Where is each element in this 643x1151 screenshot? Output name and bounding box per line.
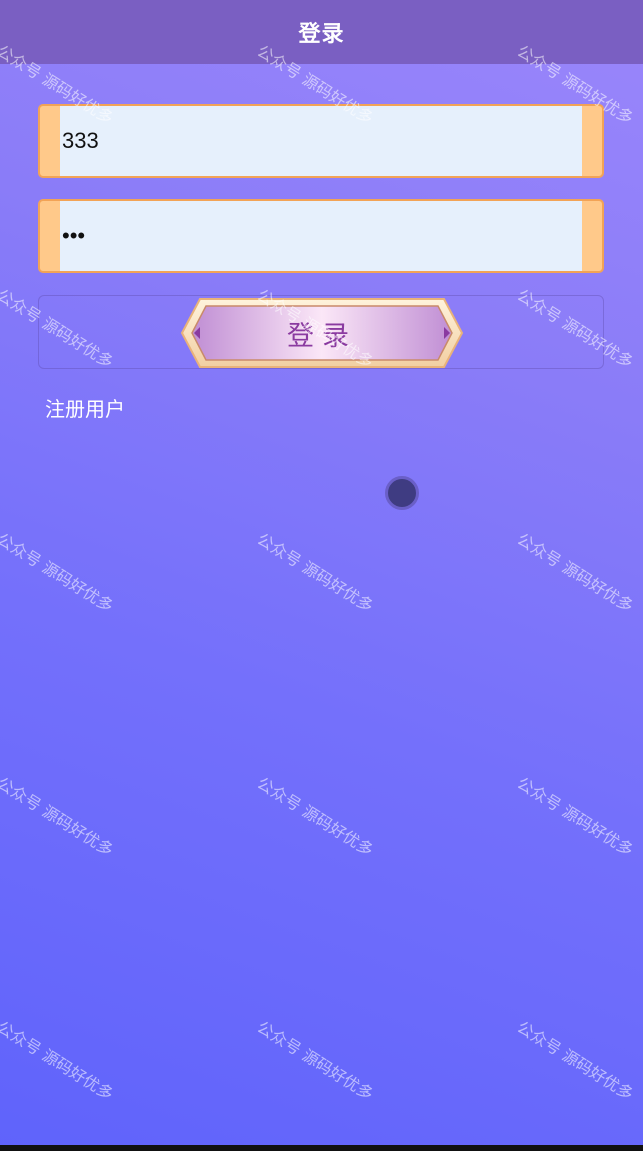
password-input[interactable] (60, 223, 582, 249)
watermark-text: 公众号 源码好优多 (513, 773, 637, 861)
watermark-text: 公众号 源码好优多 (253, 1017, 377, 1105)
login-button-label: 登录 (287, 320, 357, 352)
watermark-text: 公众号 源码好优多 (513, 1017, 637, 1105)
username-input[interactable] (60, 128, 582, 154)
username-field-inner (60, 106, 582, 176)
username-field[interactable] (38, 104, 604, 178)
password-field[interactable] (38, 199, 604, 273)
register-user-link[interactable]: 注册用户 (45, 393, 125, 422)
watermark-text: 公众号 源码好优多 (0, 1017, 117, 1105)
password-field-inner (60, 201, 582, 271)
page-title: 登录 (298, 22, 345, 47)
watermark-text: 公众号 源码好优多 (0, 529, 117, 617)
watermark-text: 公众号 源码好优多 (513, 529, 637, 617)
login-button[interactable]: 登录 (180, 297, 464, 369)
loading-spinner-icon (385, 476, 419, 510)
watermark-text: 公众号 源码好优多 (253, 529, 377, 617)
watermark-text: 公众号 源码好优多 (253, 773, 377, 861)
watermark-text: 公众号 源码好优多 (0, 773, 117, 861)
app-header: 登录 (0, 0, 643, 64)
bottom-bar (0, 1145, 643, 1151)
